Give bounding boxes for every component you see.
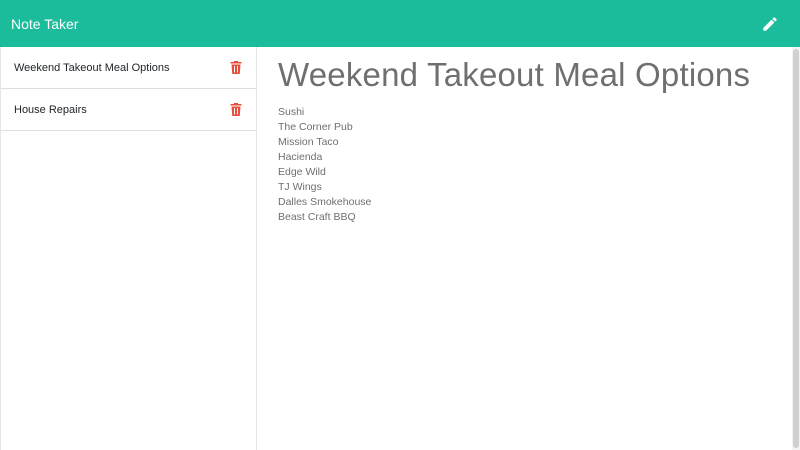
note-line: Mission Taco: [278, 136, 339, 148]
delete-note-button[interactable]: [229, 61, 243, 75]
note-line: Dalles Smokehouse: [278, 196, 372, 208]
note-line: The Corner Pub: [278, 121, 353, 133]
note-title-field[interactable]: Weekend Takeout Meal Options: [278, 55, 772, 95]
note-line: Sushi: [278, 106, 305, 118]
note-title[interactable]: Weekend Takeout Meal Options: [14, 62, 170, 74]
app-brand[interactable]: Note Taker: [11, 16, 78, 32]
list-item[interactable]: Weekend Takeout Meal Options: [1, 47, 256, 89]
scrollbar-thumb[interactable]: [793, 49, 799, 448]
pencil-icon: [763, 16, 777, 31]
vertical-scrollbar[interactable]: [792, 47, 800, 450]
delete-note-button[interactable]: [229, 103, 243, 117]
trash-icon: [230, 103, 242, 116]
trash-icon: [230, 61, 242, 74]
new-note-button[interactable]: [758, 12, 782, 36]
note-line: Hacienda: [278, 151, 323, 163]
note-editor: Weekend Takeout Meal Options Sushi The C…: [258, 47, 792, 450]
list-item[interactable]: House Repairs: [1, 89, 256, 131]
note-text-field[interactable]: Sushi The Corner Pub Mission Taco Hacien…: [278, 105, 772, 225]
note-line: Beast Craft BBQ: [278, 211, 356, 223]
note-title[interactable]: House Repairs: [14, 104, 87, 116]
top-navbar: Note Taker: [0, 0, 800, 47]
note-line: TJ Wings: [278, 181, 322, 193]
note-line: Edge Wild: [278, 166, 326, 178]
notes-sidebar: Weekend Takeout Meal Options House Repai…: [0, 47, 257, 450]
